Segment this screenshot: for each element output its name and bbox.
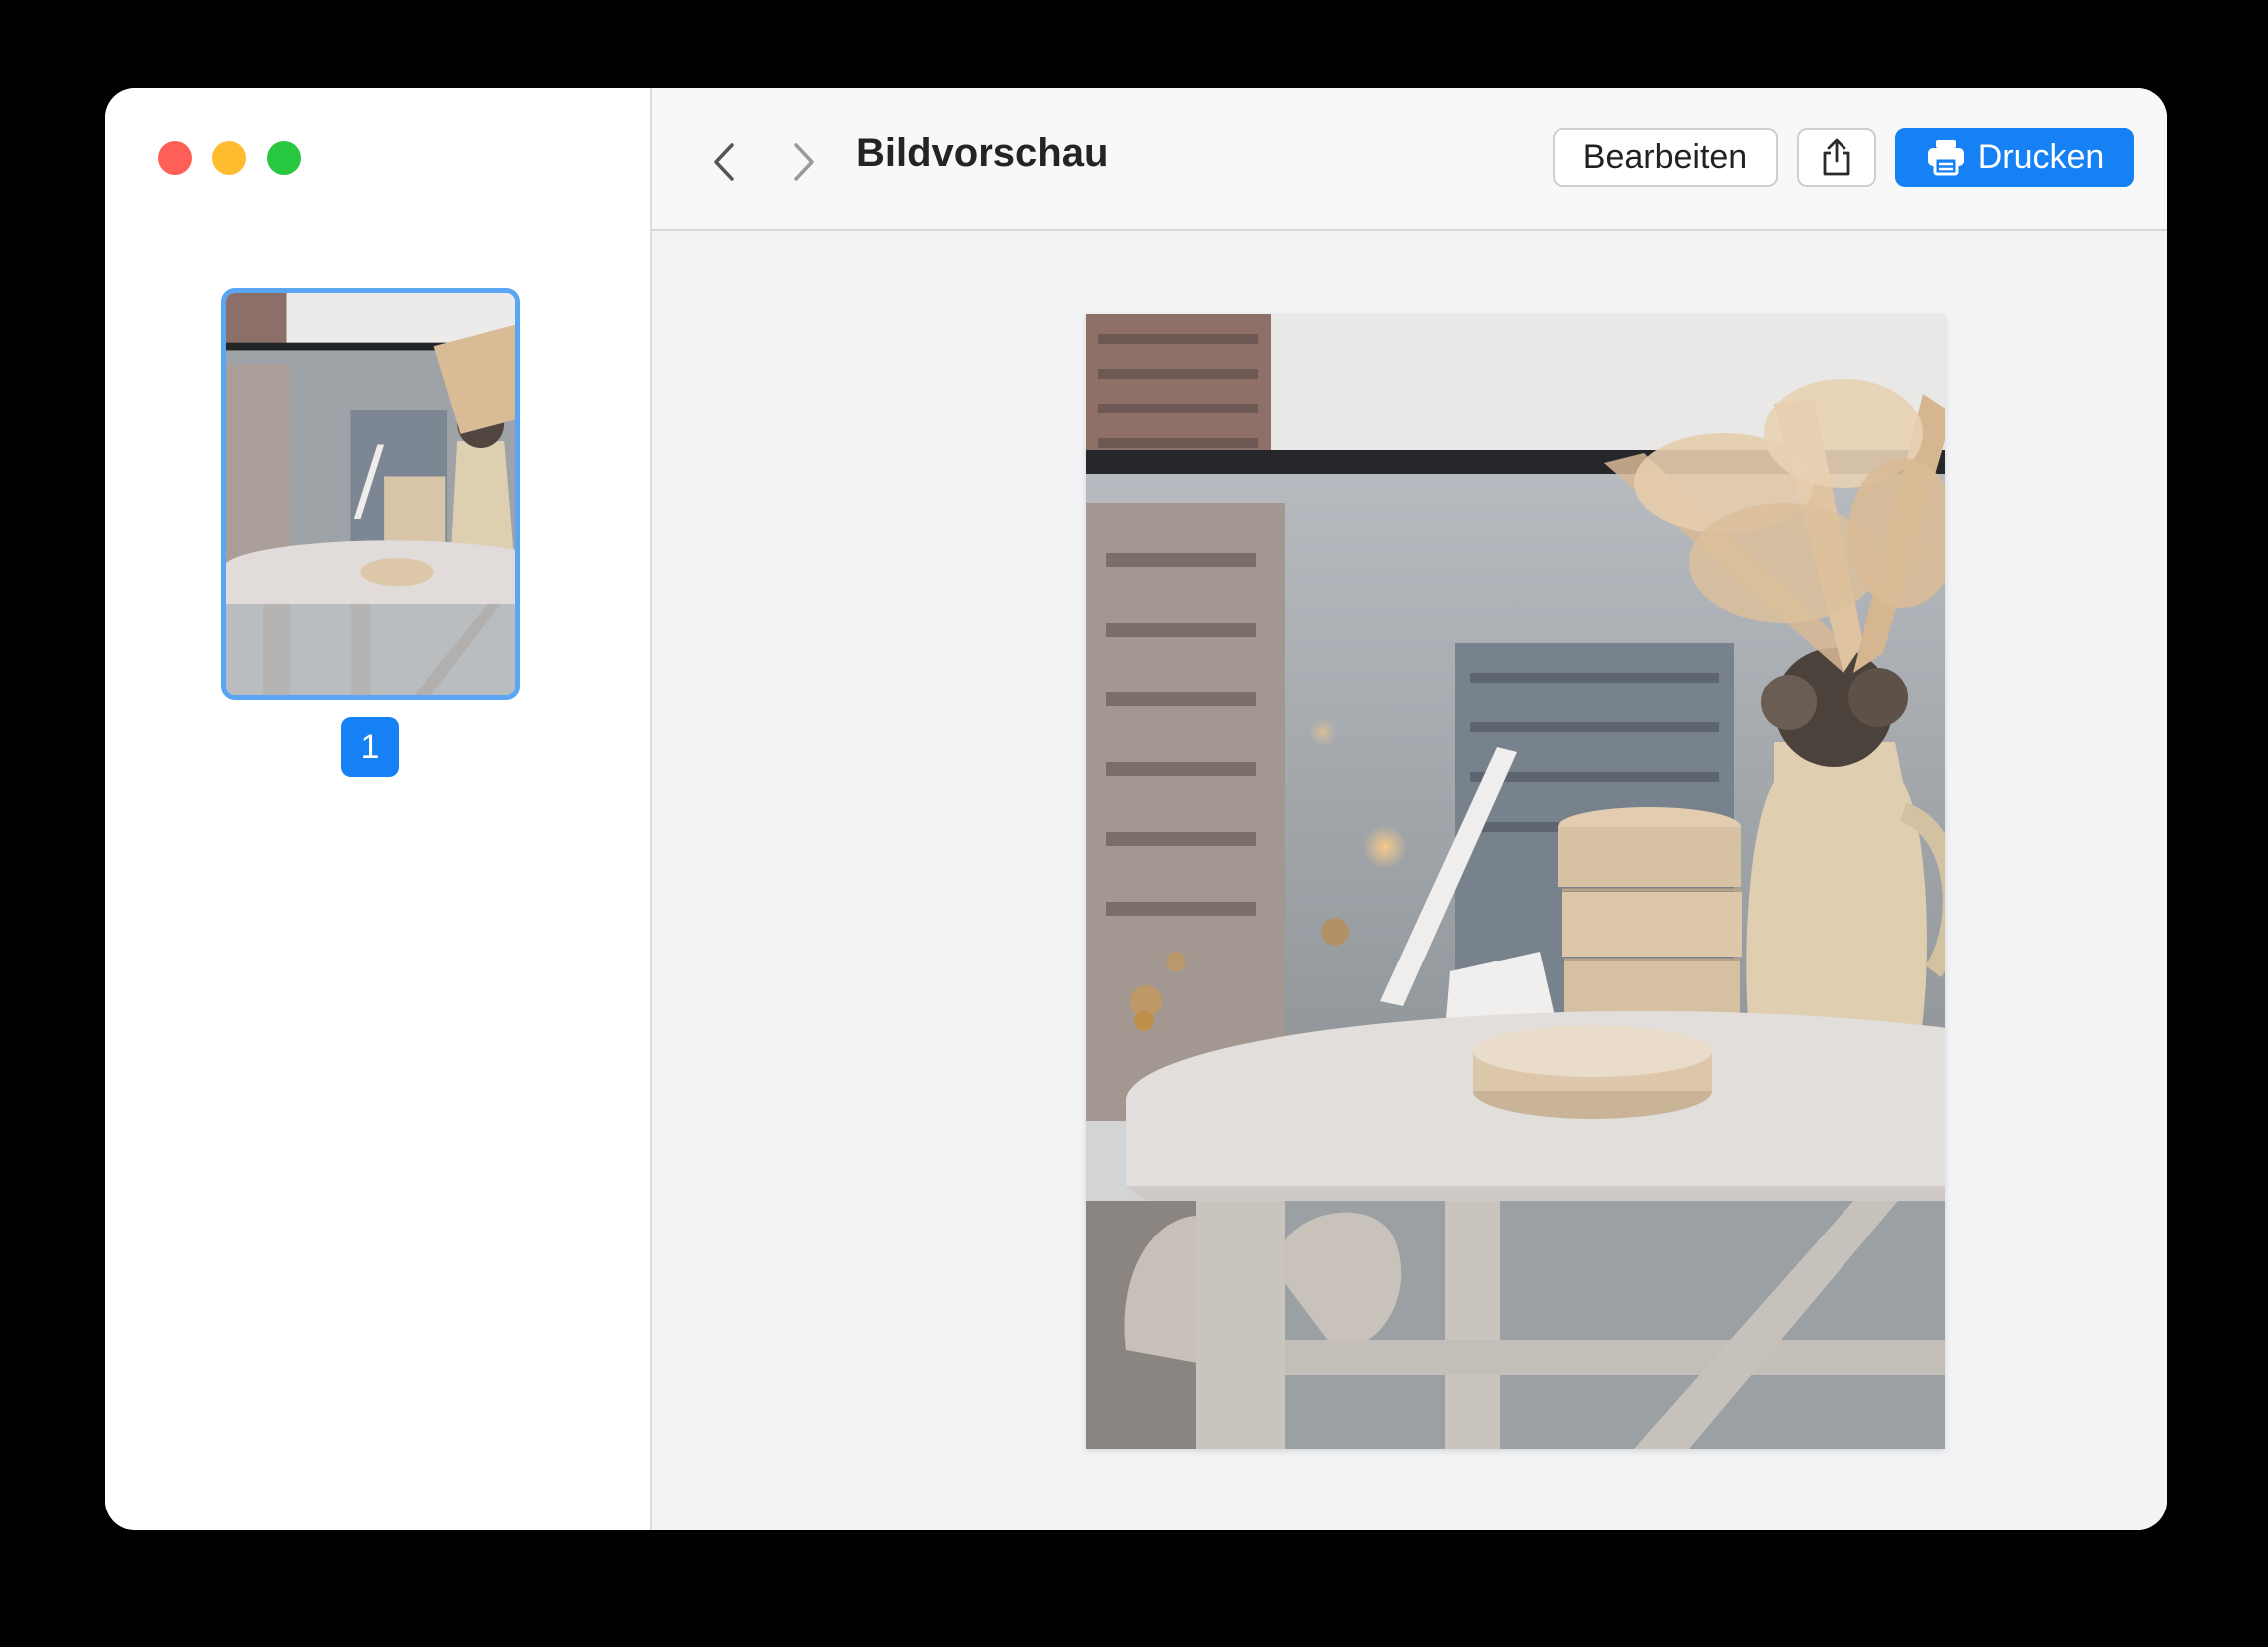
window-title: Bildvorschau <box>856 132 1109 175</box>
forward-button[interactable] <box>779 137 829 187</box>
page-number-badge: 1 <box>341 717 399 777</box>
printer-icon <box>1927 140 1964 176</box>
minimize-window-button[interactable] <box>212 141 246 175</box>
sidebar: 1 <box>105 88 652 1530</box>
share-icon <box>1823 138 1850 176</box>
chevron-left-icon <box>714 143 734 181</box>
close-window-button[interactable] <box>158 141 192 175</box>
edit-button[interactable]: Bearbeiten <box>1553 128 1778 187</box>
chevron-right-icon <box>794 143 814 181</box>
back-button[interactable] <box>700 137 749 187</box>
share-button[interactable] <box>1797 128 1876 187</box>
main-content: Bildvorschau Bearbeiten Drucken <box>652 88 2167 1530</box>
edit-button-label: Bearbeiten <box>1582 137 1748 176</box>
print-button-label: Drucken <box>1977 137 2105 176</box>
image-preview <box>1086 314 1945 1449</box>
page-thumbnail[interactable] <box>221 288 520 700</box>
preview-image <box>1086 314 1945 1449</box>
thumbnail-image <box>226 293 515 695</box>
print-button[interactable]: Drucken <box>1895 128 2134 187</box>
toolbar: Bildvorschau Bearbeiten Drucken <box>652 88 2167 231</box>
zoom-window-button[interactable] <box>267 141 301 175</box>
preview-window: 1 Bildvorschau Bearbeiten Drucken <box>105 88 2167 1530</box>
